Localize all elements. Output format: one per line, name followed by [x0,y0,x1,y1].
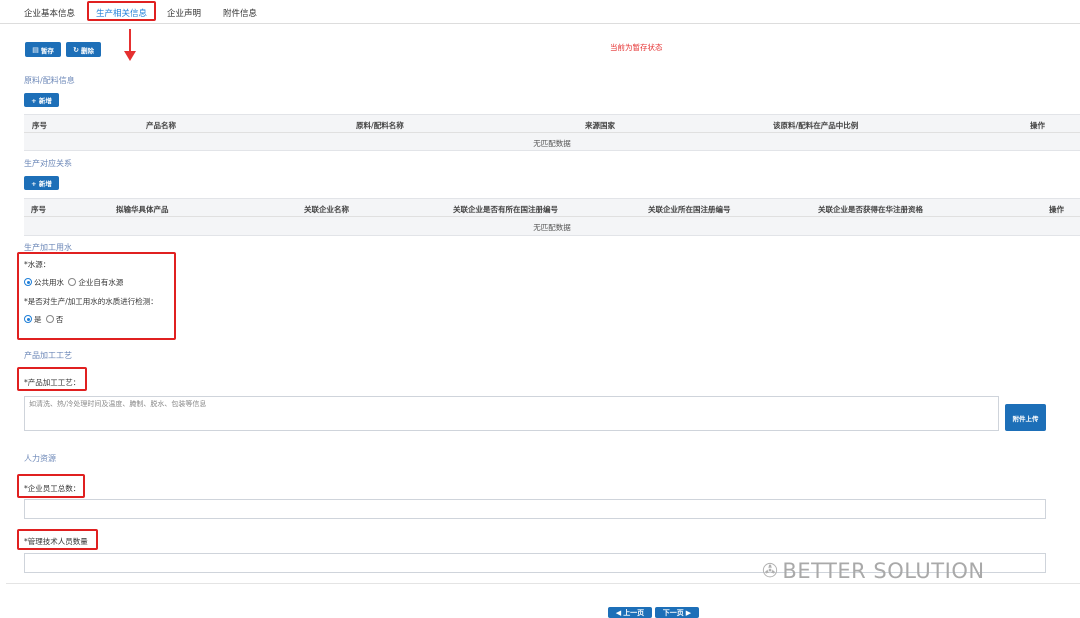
save-draft-button[interactable]: ▤ 暂存 [25,42,61,57]
save-draft-label: 暂存 [40,46,54,55]
section-title-production-relation: 生产对应关系 [24,159,72,168]
employees-input[interactable] [24,499,1046,519]
column-header[interactable]: 序号 [32,120,47,131]
process-textarea[interactable] [24,396,999,431]
save-icon: ▤ [32,45,39,54]
water-source-public-radio[interactable] [24,278,32,286]
employees-field-label: *企业员工总数： [24,484,81,493]
radio-label: 企业自有水源 [78,278,124,287]
water-test-options: 是 否 [24,314,63,325]
column-header[interactable]: 来源国家 [585,120,615,131]
column-header[interactable]: 关联企业是否获得在华注册资格 [818,204,923,215]
column-header[interactable]: 序号 [31,204,46,215]
tab-attachments[interactable]: 附件信息 [223,7,257,19]
refresh-icon: ↻ [73,45,79,54]
column-header[interactable]: 关联企业名称 [304,204,349,215]
next-page-button[interactable]: 下一页 ▶ [655,607,699,618]
annotation-arrow-head [124,51,136,61]
empty-table-message: 无匹配数据 [533,223,571,232]
wechat-icon: ✇ [762,560,779,582]
add-raw-material-button[interactable]: + 新增 [24,93,59,107]
section-title-hr: 人力资源 [24,454,56,463]
water-source-options: 公共用水 企业自有水源 [24,277,123,288]
tech-staff-field-label: *管理技术人员数量 [24,537,88,546]
draft-status-text: 当前为暂存状态 [610,43,663,52]
column-header: 操作 [1049,205,1064,214]
active-tab-highlight-box [87,1,156,21]
footer-divider [6,583,1080,584]
annotation-arrow-shaft [129,29,131,52]
delete-label: 删除 [80,46,94,55]
water-test-label: *是否对生产/加工用水的水质进行检测： [24,297,158,306]
watermark-text: BETTER SOLUTION [782,559,985,583]
empty-table-message: 无匹配数据 [533,139,571,148]
prev-page-button[interactable]: ◀ 上一页 [608,607,652,618]
radio-label: 公共用水 [34,278,64,287]
upload-attachment-button[interactable]: 附件上传 [1005,404,1046,431]
next-page-label: 下一页 [662,608,684,617]
radio-label: 是 [34,315,42,324]
radio-label: 否 [55,315,64,324]
column-header[interactable]: 拟输华具体产品 [116,204,169,215]
water-test-no-radio[interactable] [45,315,54,323]
section-title-process: 产品加工工艺 [24,351,72,360]
column-header: 操作 [1030,121,1045,130]
prev-page-label: 上一页 [623,608,645,617]
column-header[interactable]: 原料/配料名称 [356,120,404,131]
table-header: 序号 拟输华具体产品 关联企业名称 关联企业是否有所在国注册编号 关联企业所在国… [24,199,1080,217]
tab-company-declaration[interactable]: 企业声明 [167,7,201,19]
delete-button[interactable]: ↻ 删除 [66,42,101,57]
add-production-relation-button[interactable]: + 新增 [24,176,59,190]
tab-bar: 企业基本信息 生产相关信息 企业声明 附件信息 [0,0,1080,24]
watermark: ✇ BETTER SOLUTION [762,559,985,583]
table-header: 序号 产品名称 原料/配料名称 来源国家 该原料/配料在产品中比例 操作 [24,115,1080,133]
raw-materials-table: 序号 产品名称 原料/配料名称 来源国家 该原料/配料在产品中比例 操作 无匹配… [24,114,1080,151]
water-source-label: *水源： [24,260,51,269]
column-header[interactable]: 产品名称 [146,120,176,131]
production-relation-table: 序号 拟输华具体产品 关联企业名称 关联企业是否有所在国注册编号 关联企业所在国… [24,198,1080,236]
column-header[interactable]: 关联企业是否有所在国注册编号 [453,204,558,215]
column-header[interactable]: 关联企业所在国注册编号 [648,204,731,215]
section-title-raw-materials: 原料/配料信息 [24,76,75,85]
tab-company-basic-info[interactable]: 企业基本信息 [24,7,75,19]
process-field-label: *产品加工工艺： [24,378,81,387]
chevron-left-icon: ◀ [615,608,622,617]
column-header[interactable]: 该原料/配料在产品中比例 [773,120,858,131]
water-source-own-radio[interactable] [68,278,77,286]
chevron-right-icon: ▶ [685,608,692,617]
water-test-yes-radio[interactable] [24,315,32,323]
